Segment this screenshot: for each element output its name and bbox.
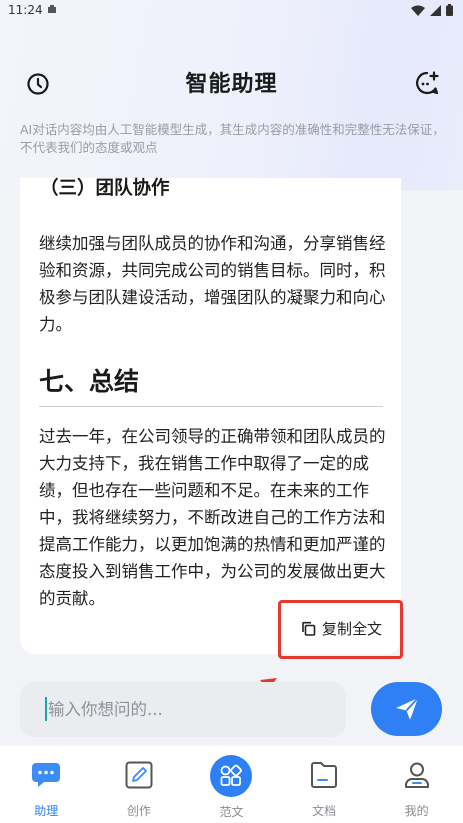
- document-folder-icon: [308, 759, 340, 791]
- clock-icon: [27, 73, 49, 95]
- new-chat-button[interactable]: [413, 69, 441, 97]
- answer-section-heading: 七、总结: [39, 362, 383, 407]
- signal-icon: [430, 4, 441, 16]
- chat-bubble-icon: [30, 759, 62, 791]
- app-header: 智能助理: [0, 58, 463, 106]
- nav-label: 我的: [404, 804, 429, 818]
- bottom-navigation: 助理 创作 范文 文档 我的: [0, 746, 463, 823]
- question-input-box[interactable]: [20, 682, 346, 737]
- answer-subheading: （三）团队协作: [40, 178, 170, 199]
- nav-label: 助理: [34, 804, 59, 818]
- send-button[interactable]: [371, 682, 442, 736]
- ai-disclaimer: AI对话内容均由人工智能模型生成，其生成内容的准确性和完整性无法保证，不代表我们…: [20, 122, 445, 155]
- nav-item-documents[interactable]: 文档: [278, 746, 371, 823]
- nav-label: 创作: [126, 804, 151, 818]
- nav-item-templates[interactable]: 范文: [185, 746, 278, 823]
- status-bar: 11:24: [0, 0, 463, 20]
- nav-label: 文档: [312, 804, 337, 818]
- battery-icon: [446, 4, 453, 16]
- status-time: 11:24: [8, 3, 43, 17]
- page-title: 智能助理: [185, 72, 278, 97]
- answer-card: （三）团队协作 继续加强与团队成员的协作和沟通，分享销售经验和资源，共同完成公司…: [20, 178, 401, 654]
- nav-item-assistant[interactable]: 助理: [0, 746, 93, 823]
- question-input[interactable]: [48, 700, 328, 719]
- wifi-icon: [411, 5, 425, 16]
- annotation-highlight-box: [278, 600, 403, 659]
- answer-paragraph: 过去一年，在公司领导的正确带领和团队成员的大力支持下，我在销售工作中取得了一定的…: [39, 427, 386, 608]
- nav-label: 范文: [219, 805, 244, 819]
- pencil-edit-icon: [123, 759, 155, 791]
- text-caret: [45, 697, 47, 721]
- answer-paragraph: 继续加强与团队成员的协作和沟通，分享销售经验和资源，共同完成公司的销售目标。同时…: [39, 234, 386, 334]
- user-icon: [401, 759, 433, 791]
- chat-plus-icon: [416, 71, 439, 95]
- notification-icon: [47, 3, 57, 17]
- nav-item-profile[interactable]: 我的: [370, 746, 463, 823]
- history-button[interactable]: [24, 70, 52, 98]
- send-icon: [395, 697, 419, 720]
- grid-apps-icon: [210, 755, 253, 797]
- nav-item-create[interactable]: 创作: [93, 746, 186, 823]
